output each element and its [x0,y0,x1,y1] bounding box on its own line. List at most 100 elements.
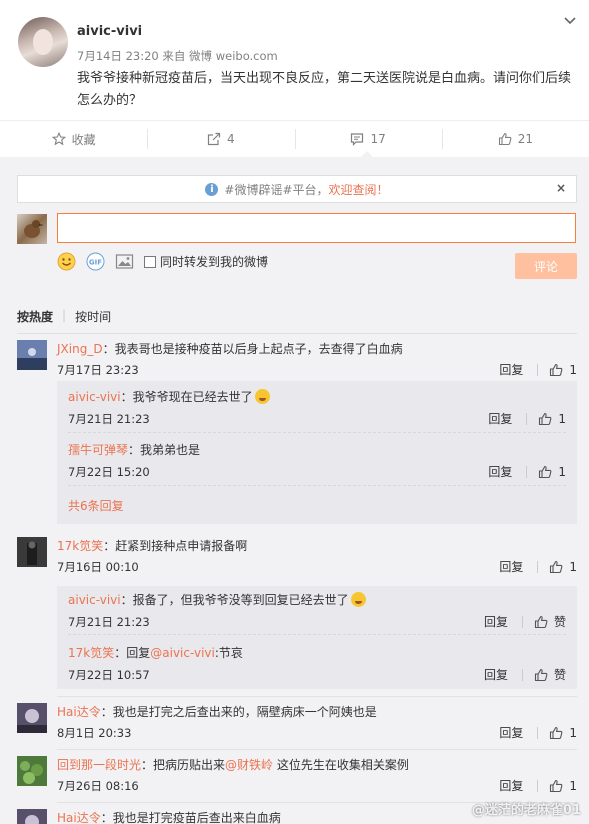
reply-button[interactable]: 回复 [499,558,523,575]
comment-time: 7月26日 08:16 [57,779,139,793]
comments-panel: i #微博辟谣#平台， 欢迎查阅！ × GIF 同时转发到我的微博 评论 按热度… [0,157,589,824]
reply-list: aivic-vivi：报备了，但我爷爷没等到回复已经去世了 7月21日 21:2… [57,586,577,689]
reply-item: aivic-vivi：我爷爷现在已经去世了 7月21日 21:23 回复 1 [68,389,566,426]
rumor-notice-bar: i #微博辟谣#平台， 欢迎查阅！ × [17,175,577,203]
comment-divider [57,749,577,750]
reply-body: aivic-vivi：我爷爷现在已经去世了 [68,389,566,405]
comment-item: 17k笕笑：赶紧到接种点申请报备啊 7月16日 00:10 回复 1 [17,537,577,574]
reply-ops: 回复 1 [488,463,566,480]
comment-time: 7月17日 23:23 [57,363,139,377]
reply-time: 7月21日 21:23 [68,615,150,629]
reply-like-button[interactable]: 1 [538,412,566,426]
tab-sort-hot[interactable]: 按热度 [17,308,53,325]
reply-time: 7月22日 15:20 [68,465,150,479]
reply-button[interactable]: 回复 [488,410,512,427]
mention-link[interactable]: @财铁岭 [225,758,273,772]
reply-button[interactable]: 回复 [499,724,523,741]
commenter-avatar[interactable] [17,756,47,786]
thumbs-up-icon [550,560,563,573]
reply-button[interactable]: 回复 [488,463,512,480]
tab-divider: | [62,308,67,322]
thumbs-up-icon [539,465,552,478]
forward-checkbox[interactable]: 同时转发到我的微博 [144,253,268,270]
forward-button[interactable]: 4 [147,121,294,157]
reply-divider [68,432,566,433]
crying-emoji-icon [254,389,270,404]
mention-link[interactable]: @aivic-vivi [150,646,215,660]
comment-time: 7月16日 00:10 [57,560,139,574]
commenter-avatar[interactable] [17,703,47,733]
forward-count: 4 [227,132,235,146]
commenter-avatar[interactable] [17,340,47,370]
post-action-bar: 收藏 4 17 21 [0,120,589,158]
comment-user[interactable]: Hai达令 [57,705,101,719]
reply-button[interactable]: 回复 [484,666,508,683]
comment-item: 回到那一段时光：把病历贴出来@财铁岭 这位先生在收集相关案例 7月26日 08:… [17,756,577,793]
comment-user[interactable]: 回到那一段时光 [57,758,141,772]
comment-body: 17k笕笑：赶紧到接种点申请报备啊 [57,538,577,554]
comment-input[interactable] [57,213,576,243]
reply-text: ：我弟弟也是 [128,443,201,457]
info-icon: i [205,182,219,196]
comment-like-button[interactable]: 1 [549,726,577,740]
reply-like-button[interactable]: 赞 [534,666,566,683]
reply-button[interactable]: 回复 [499,777,523,794]
comment-icon [351,133,364,146]
comment-like-button[interactable]: 1 [549,363,577,377]
comment-count: 17 [370,132,386,146]
thumbs-up-icon [539,412,552,425]
reply-user[interactable]: 17k笕笑 [68,646,114,660]
chevron-down-icon[interactable] [563,14,577,28]
tab-sort-time[interactable]: 按时间 [75,308,111,325]
reply-button[interactable]: 回复 [484,613,508,630]
thumbs-up-icon [550,726,563,739]
sort-tabs: 按热度 | 按时间 [17,308,577,334]
like-count: 1 [569,725,577,740]
reply-text: :节哀 [214,646,243,660]
favorite-label: 收藏 [71,132,96,147]
comment-ops: 回复 1 [499,361,577,378]
reply-user[interactable]: 孺牛可弹琴 [68,443,128,457]
reply-body: 17k笕笑：回复@aivic-vivi:节哀 [68,645,566,661]
like-count: 1 [569,778,577,793]
my-avatar [17,214,47,244]
like-button[interactable]: 21 [441,121,589,157]
reply-like-button[interactable]: 赞 [534,613,566,630]
comment-like-button[interactable]: 1 [549,560,577,574]
submit-comment-button[interactable]: 评论 [515,253,577,279]
like-count: 21 [517,132,534,146]
reply-item: aivic-vivi：报备了，但我爷爷没等到回复已经去世了 7月21日 21:2… [68,592,566,629]
reply-button[interactable]: 回复 [499,361,523,378]
like-count: 1 [569,362,577,377]
reply-time: 7月22日 10:57 [68,668,150,682]
reply-user[interactable]: aivic-vivi [68,593,121,607]
post-text: 我爷爷接种新冠疫苗后，当天出现不良反应，第二天送医院说是白血病。请问你们后续怎么… [77,71,572,108]
like-count: 1 [569,559,577,574]
more-replies-link[interactable]: 共6条回复 [68,497,124,514]
comment-body: JXing_D：我表哥也是接种疫苗以后身上起点子，去查得了白血病 [57,341,577,357]
reply-user[interactable]: aivic-vivi [68,390,121,404]
comment-user[interactable]: 17k笕笑 [57,539,103,553]
like-count: 1 [558,464,566,479]
comment-divider [57,696,577,697]
notice-link[interactable]: 欢迎查阅！ [329,181,389,198]
comment-like-button[interactable]: 1 [549,779,577,793]
favorite-button[interactable]: 收藏 [0,121,147,157]
checkbox-box[interactable] [144,255,156,268]
gif-icon[interactable]: GIF [86,252,105,271]
comment-user[interactable]: JXing_D [57,342,103,356]
close-icon[interactable]: × [556,181,566,195]
commenter-avatar[interactable] [17,809,47,824]
post-author[interactable]: aivic-vivi [77,24,142,39]
commenter-avatar[interactable] [17,537,47,567]
thumbs-up-icon [550,779,563,792]
watermark: @迷茫的老麻雀01 [471,803,581,818]
image-icon[interactable] [115,252,134,271]
svg-text:GIF: GIF [89,259,102,267]
author-avatar[interactable] [18,17,68,67]
notice-text: #微博辟谣#平台， [224,182,329,197]
reply-like-button[interactable]: 1 [538,465,566,479]
comment-user[interactable]: Hai达令 [57,811,101,824]
emoji-icon[interactable] [57,252,76,271]
comment-text-prefix: ：把病历贴出来 [141,758,226,772]
